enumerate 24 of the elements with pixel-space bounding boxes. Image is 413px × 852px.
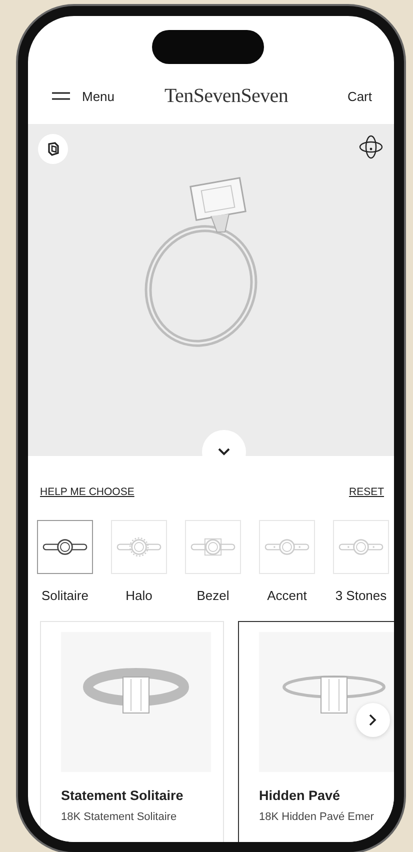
product-card[interactable]: Statement Solitaire 18K Statement Solitaire [40,621,224,842]
cube-icon [46,142,60,156]
ring-style-option[interactable] [37,520,93,574]
cart-button[interactable]: Cart [347,88,372,104]
style-label: Bezel [196,588,230,603]
cube-view-button[interactable] [38,134,68,164]
style-label: 3 Stones [335,588,387,603]
product-subtitle: 18K Statement Solitaire [61,811,178,823]
style-label: Solitaire [42,588,88,603]
menu-button[interactable]: Menu [52,88,115,104]
product-title: Statement Solitaire [61,788,184,803]
product-title: Hidden Pavé [259,788,342,803]
product-card[interactable]: Hidden Pavé 18K Hidden Pavé Emer [238,621,394,842]
reset-link[interactable]: RESET [348,486,384,498]
style-label: Halo [126,588,152,603]
menu-icon [52,92,70,100]
rotate-360-icon[interactable] [358,134,384,160]
style-label: Accent [267,588,307,603]
help-me-choose-link[interactable]: HELP ME CHOOSE [40,486,134,498]
menu-label: Menu [82,88,115,104]
product-subtitle: 18K Hidden Pavé Emer [259,811,375,823]
brand-logo[interactable]: TenSevenSeven [164,84,288,108]
chevron-right-icon [369,714,377,726]
chevron-down-icon [218,448,230,456]
